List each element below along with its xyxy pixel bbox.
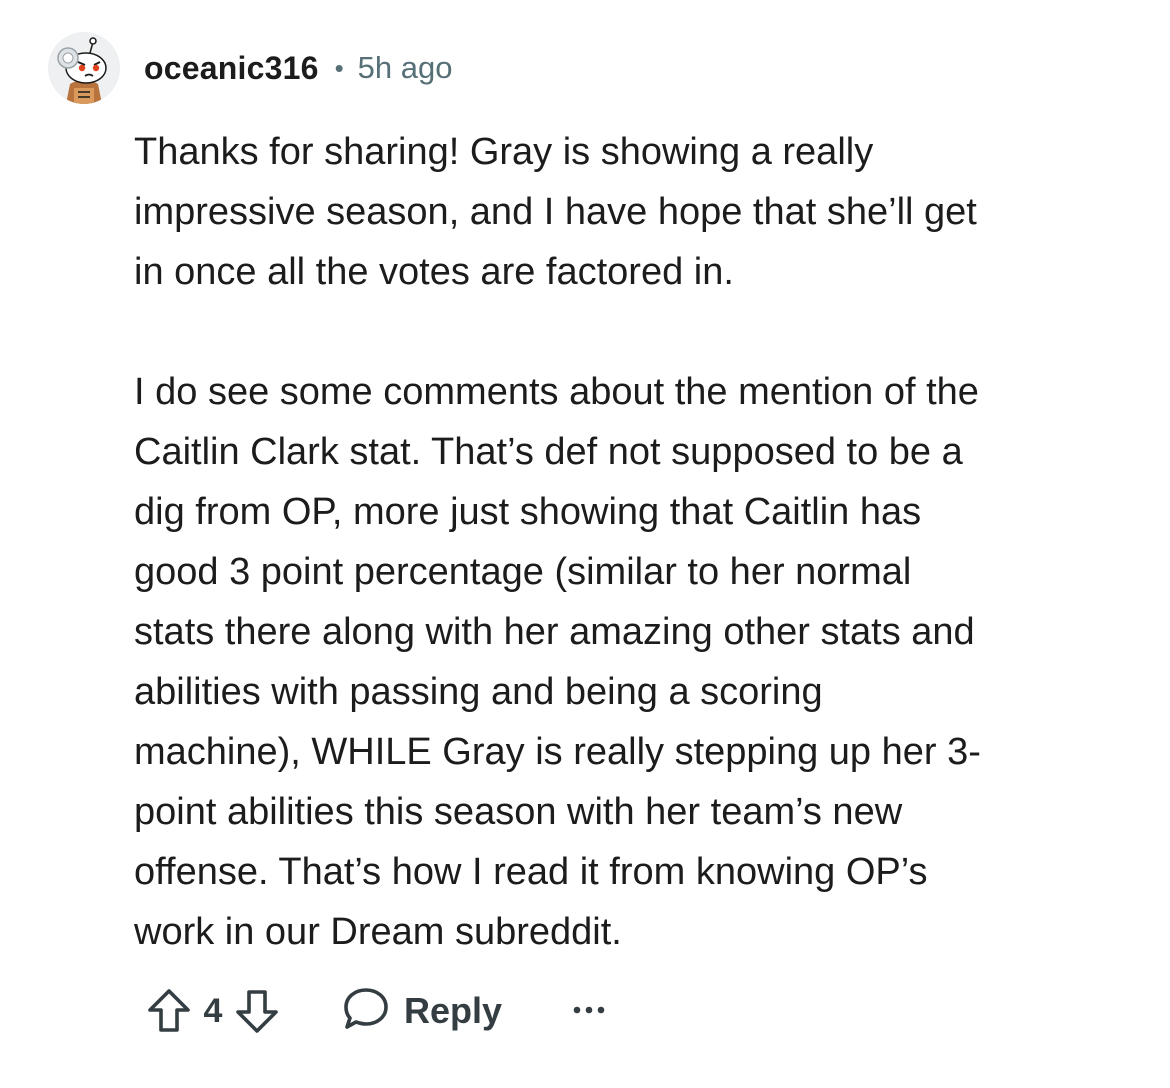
snoo-avatar-icon[interactable] xyxy=(48,32,120,104)
reply-button[interactable]: Reply xyxy=(342,986,502,1037)
comment-header: oceanic316 • 5h ago xyxy=(48,32,453,104)
comment-timestamp[interactable]: 5h ago xyxy=(358,50,453,86)
reply-label: Reply xyxy=(404,990,503,1031)
meta-separator: • xyxy=(334,52,344,83)
comment-paragraph: I do see some comments about the mention… xyxy=(134,371,981,953)
speech-bubble-icon xyxy=(342,986,390,1037)
vote-count: 4 xyxy=(203,991,223,1030)
author-username[interactable]: oceanic316 xyxy=(144,50,319,87)
comment-paragraph: Thanks for sharing! Gray is showing a re… xyxy=(134,131,977,293)
comment-body: Thanks for sharing! Gray is showing a re… xyxy=(134,122,1134,962)
upvote-arrow-icon[interactable] xyxy=(140,982,198,1040)
downvote-arrow-icon[interactable] xyxy=(228,982,286,1040)
comment-action-bar: 4 Reply xyxy=(140,982,606,1040)
comment: oceanic316 • 5h ago Thanks for sharing! … xyxy=(0,0,1170,1088)
ellipsis-icon xyxy=(572,1002,606,1020)
more-options-button[interactable] xyxy=(572,982,606,1040)
